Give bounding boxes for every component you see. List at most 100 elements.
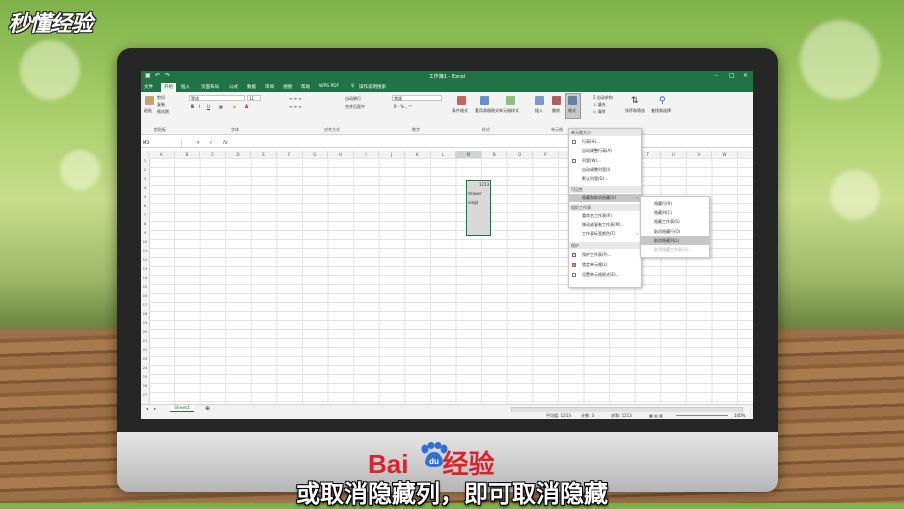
paste-button[interactable]: 粘贴 <box>144 108 152 114</box>
font-name-select[interactable]: 等线 <box>189 95 245 101</box>
tab-review[interactable]: 审阅 <box>265 84 274 90</box>
row-header[interactable]: 16 <box>141 294 149 298</box>
menu-default-width[interactable]: 默认列宽(D)... <box>569 175 641 183</box>
name-box[interactable]: M3 <box>142 139 182 147</box>
cut-button[interactable]: 剪切 <box>157 95 165 101</box>
find-select-button[interactable]: 查找和选择 <box>651 108 671 114</box>
row-header[interactable]: 27 <box>141 393 149 397</box>
column-header[interactable]: I <box>354 151 380 158</box>
delete-button[interactable]: 删除 <box>552 108 560 114</box>
submenu-hide-sheet[interactable]: 隐藏工作表(S) <box>641 217 709 226</box>
font-color-icon[interactable]: A <box>245 104 248 109</box>
tab-home[interactable]: 开始 <box>161 83 176 92</box>
row-header[interactable]: 17 <box>141 303 149 307</box>
column-header[interactable]: D <box>226 151 252 158</box>
row-header[interactable]: 20 <box>141 330 149 334</box>
paste-icon[interactable] <box>145 96 154 105</box>
column-header[interactable]: E <box>251 151 277 158</box>
row-header[interactable]: 21 <box>141 339 149 343</box>
view-mode-icons[interactable]: ▦ ▤ ▥ <box>649 412 663 419</box>
fill-button[interactable]: ↓ 填充 <box>593 102 606 108</box>
column-header[interactable]: G <box>303 151 329 158</box>
sort-filter-button[interactable]: 排序和筛选 <box>625 108 645 114</box>
row-header[interactable]: 6 <box>141 204 149 208</box>
cell-styles-icon[interactable] <box>506 96 515 105</box>
next-sheet-icon[interactable]: ▸ <box>154 406 156 411</box>
column-header[interactable]: F <box>277 151 303 158</box>
row-header[interactable]: 18 <box>141 312 149 316</box>
menu-autofit-col[interactable]: 自动调整列宽(I) <box>569 166 641 174</box>
fill-color-icon[interactable]: ◆ <box>233 104 236 109</box>
menu-protect-sheet[interactable]: 保护工作表(P)... <box>569 251 641 259</box>
insert-button[interactable]: 插入 <box>535 108 543 114</box>
row-header[interactable]: 11 <box>141 249 149 253</box>
column-header[interactable]: V <box>687 151 713 158</box>
row-header[interactable]: 13 <box>141 267 149 271</box>
merge-center-button[interactable]: 合并后居中 <box>345 104 365 110</box>
autosum-button[interactable]: Σ 自动求和 <box>593 95 613 101</box>
border-icon[interactable]: ▦ <box>219 104 223 109</box>
column-header[interactable]: B <box>175 151 201 158</box>
row-header[interactable]: 4 <box>141 186 149 190</box>
cell-styles-button[interactable]: 单元格样式 <box>499 108 519 114</box>
add-sheet-icon[interactable]: ⊕ <box>205 405 210 412</box>
format-table-icon[interactable] <box>480 96 489 105</box>
bold-button[interactable]: B <box>191 104 194 109</box>
submenu-hide-rows[interactable]: 隐藏行(R) <box>641 199 709 208</box>
row-header[interactable]: 2 <box>141 168 149 172</box>
submenu-hide-cols[interactable]: 隐藏列(C) <box>641 208 709 217</box>
row-header[interactable]: 8 <box>141 222 149 226</box>
italic-button[interactable]: I <box>199 104 200 109</box>
menu-col-width[interactable]: 列宽(W)... <box>569 157 641 165</box>
tab-insert[interactable]: 插入 <box>181 84 190 90</box>
row-header[interactable]: 22 <box>141 348 149 352</box>
cell-m5[interactable]: eiegt <box>468 200 478 205</box>
menu-row-height[interactable]: 行高(H)... <box>569 138 641 146</box>
column-header[interactable]: W <box>712 151 738 158</box>
menu-rename-sheet[interactable]: 重命名工作表(R) <box>569 212 641 220</box>
underline-button[interactable]: U <box>207 104 210 109</box>
cond-format-button[interactable]: 条件格式 <box>452 108 468 114</box>
percent-icon[interactable]: ₽ · % , ⁺⁰ <box>394 104 412 109</box>
select-all-corner[interactable] <box>141 151 149 158</box>
align-top-icon[interactable]: ≡ ≡ ≡ <box>289 96 302 101</box>
menu-autofit-row[interactable]: 自动调整行高(A) <box>569 147 641 155</box>
zoom-slider[interactable] <box>676 415 728 416</box>
format-icon[interactable] <box>568 96 577 105</box>
menu-hide-unhide[interactable]: 隐藏和取消隐藏(U) › <box>569 194 641 202</box>
format-button[interactable]: 格式 <box>568 108 576 114</box>
menu-tab-color[interactable]: 工作表标签颜色(T) › <box>569 230 641 238</box>
enter-icon[interactable]: ✓ <box>209 139 213 147</box>
cond-format-icon[interactable] <box>457 96 466 105</box>
submenu-unhide-cols[interactable]: 取消隐藏列(L) <box>641 236 709 245</box>
tell-me-search[interactable]: 操作说明搜索 <box>359 84 386 90</box>
maximize-icon[interactable]: □ <box>729 72 735 79</box>
tab-help[interactable]: 帮助 <box>301 84 310 90</box>
row-header[interactable]: 9 <box>141 231 149 235</box>
fx-icon[interactable]: fx <box>223 139 228 147</box>
find-select-icon[interactable]: ⚲ <box>659 96 666 106</box>
row-header[interactable]: 7 <box>141 213 149 217</box>
column-header[interactable]: U <box>661 151 687 158</box>
row-header[interactable]: 12 <box>141 258 149 262</box>
column-header[interactable]: C <box>200 151 226 158</box>
tab-page-layout[interactable]: 页面布局 <box>201 84 219 90</box>
wrap-text-button[interactable]: 自动换行 <box>345 96 361 102</box>
column-header[interactable]: M <box>456 151 482 158</box>
copy-button[interactable]: 复制 <box>157 102 165 108</box>
cell-m4[interactable]: dsaaer <box>468 191 482 196</box>
minimize-icon[interactable]: – <box>715 72 718 79</box>
clear-button[interactable]: ◇ 清除 <box>593 109 605 115</box>
submenu-unhide-rows[interactable]: 取消隐藏行(O) <box>641 227 709 236</box>
menu-format-cells[interactable]: 设置单元格格式(E)... <box>569 271 641 279</box>
column-header[interactable]: H <box>328 151 354 158</box>
row-header[interactable]: 15 <box>141 285 149 289</box>
row-header[interactable]: 5 <box>141 195 149 199</box>
format-painter-button[interactable]: 格式刷 <box>157 109 169 115</box>
align-left-icon[interactable]: ≡ ≡ ≡ <box>289 104 302 109</box>
font-size-select[interactable]: 11 <box>247 95 261 101</box>
number-format-select[interactable]: 常规 <box>392 95 442 101</box>
column-header[interactable]: J <box>379 151 405 158</box>
delete-icon[interactable] <box>552 96 561 105</box>
insert-icon[interactable] <box>535 96 544 105</box>
